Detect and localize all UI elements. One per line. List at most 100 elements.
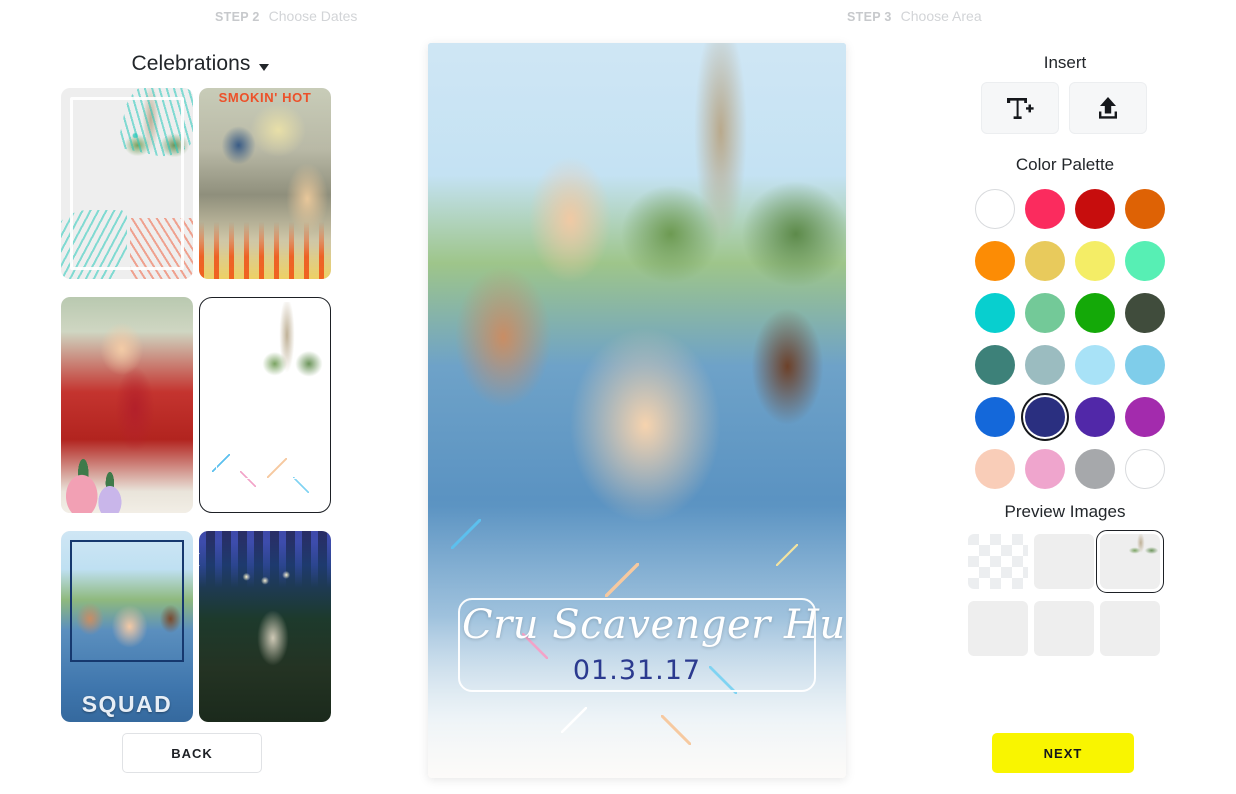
template-category-label: Celebrations [131, 52, 251, 75]
color-swatch-dot [1025, 397, 1065, 437]
color-swatch-dot [1075, 293, 1115, 333]
tools-panel: Insert Color Palette Preview Images NEXT [940, 34, 1236, 794]
canvas-title-text[interactable]: Cru Scavenger Hunt [462, 602, 846, 648]
color-swatch-dot [975, 449, 1015, 489]
preview-images-heading: Preview Images [1004, 502, 1126, 521]
color-swatch-10[interactable] [1070, 288, 1120, 338]
color-swatch-3[interactable] [1120, 184, 1170, 234]
template-thumbnail-bbq-flames-food[interactable]: SMOKIN' HOT [199, 88, 331, 279]
color-swatch-9[interactable] [1020, 288, 1070, 338]
color-swatch-dot [975, 397, 1015, 437]
chevron-down-icon [258, 63, 269, 71]
color-swatch-22[interactable] [1070, 444, 1120, 494]
preview-thumbnail-image [1034, 534, 1094, 589]
color-swatch-dot [975, 293, 1015, 333]
overlay-text-frame [216, 442, 314, 480]
preview-images-grid [965, 530, 1164, 659]
color-swatch-dot [1025, 293, 1065, 333]
color-swatch-15[interactable] [1120, 340, 1170, 390]
overlay-template-text: SMOKIN' HOT [218, 89, 312, 105]
color-swatch-dot [1125, 397, 1165, 437]
step-3-choose-area[interactable]: STEP 3 Choose Area [847, 8, 982, 24]
preview-thumbnail-image [968, 534, 1028, 589]
canvas-date-text[interactable]: 01.31.17 [428, 655, 846, 686]
color-swatch-21[interactable] [1020, 444, 1070, 494]
preview-thumbnail-image [1096, 530, 1164, 593]
design-editor-page: STEP 2 Choose Dates STEP 3 Choose Area C… [0, 0, 1236, 794]
step-3-label: Choose Area [900, 8, 982, 24]
preview-thumbnail-image [968, 601, 1028, 656]
step-3-number: STEP 3 [847, 10, 892, 24]
design-canvas[interactable]: Cru Scavenger Hunt 01.31.17 [428, 43, 846, 778]
step-2-label: Choose Dates [268, 8, 358, 24]
color-swatch-0[interactable] [970, 184, 1020, 234]
preview-thumbnail-image [1034, 601, 1094, 656]
preview-evening-party[interactable] [1031, 531, 1097, 592]
upload-icon [1099, 97, 1117, 119]
color-swatch-6[interactable] [1070, 236, 1120, 286]
thumbnail-image: SQUAD [61, 531, 193, 722]
color-swatch-16[interactable] [970, 392, 1020, 442]
color-swatch-dot [1125, 189, 1165, 229]
color-swatch-8[interactable] [970, 288, 1020, 338]
color-swatch-dot [975, 189, 1015, 229]
color-swatch-19[interactable] [1120, 392, 1170, 442]
color-swatch-12[interactable] [970, 340, 1020, 390]
color-swatch-dot [1025, 241, 1065, 281]
color-swatch-14[interactable] [1070, 340, 1120, 390]
text-add-icon [1007, 98, 1034, 119]
color-swatch-1[interactable] [1020, 184, 1070, 234]
color-swatch-dot [1075, 345, 1115, 385]
preview-transparent[interactable] [965, 531, 1031, 592]
next-button[interactable]: NEXT [992, 733, 1134, 773]
color-swatch-dot [1025, 345, 1065, 385]
color-swatch-23[interactable] [1120, 444, 1170, 494]
step-2-number: STEP 2 [215, 10, 260, 24]
thumbnail-image: SMOKIN' HOT [199, 88, 331, 279]
color-swatch-17[interactable] [1020, 392, 1070, 442]
back-button[interactable]: BACK [122, 733, 262, 773]
color-swatch-2[interactable] [1070, 184, 1120, 234]
color-swatch-11[interactable] [1120, 288, 1170, 338]
color-swatch-dot [1075, 397, 1115, 437]
preview-sunglasses-couple[interactable] [1031, 598, 1097, 659]
color-swatch-dot [1125, 241, 1165, 281]
add-text-button[interactable] [981, 82, 1059, 134]
template-thumbnail-plants-high-five[interactable] [61, 297, 193, 513]
color-swatch-dot [1025, 449, 1065, 489]
color-swatch-dot [1125, 449, 1165, 489]
color-swatch-20[interactable] [970, 444, 1020, 494]
upload-image-button[interactable] [1069, 82, 1147, 134]
overlay-coral-fronds [129, 217, 193, 279]
stepper: STEP 2 Choose Dates STEP 3 Choose Area [0, 0, 1236, 34]
template-thumbnail-confetti-selfie[interactable] [199, 297, 331, 513]
step-2-choose-dates[interactable]: STEP 2 Choose Dates [215, 8, 357, 24]
color-swatch-5[interactable] [1020, 236, 1070, 286]
insert-section-heading: Insert [1043, 53, 1087, 72]
template-category-dropdown[interactable]: Celebrations [0, 52, 400, 76]
color-swatch-dot [975, 345, 1015, 385]
color-swatch-dot [1075, 241, 1115, 281]
preview-group-selfie[interactable] [1096, 530, 1164, 593]
thumbnail-image [199, 531, 331, 722]
color-swatch-13[interactable] [1020, 340, 1070, 390]
insert-buttons [981, 82, 1147, 134]
overlay-potted-plants [63, 452, 138, 513]
color-swatch-18[interactable] [1070, 392, 1120, 442]
color-swatch-dot [1075, 449, 1115, 489]
color-palette-grid [970, 184, 1170, 494]
preview-red-jacket-high-five[interactable] [965, 598, 1031, 659]
color-swatch-dot [1075, 189, 1115, 229]
thumbnail-image [61, 88, 193, 279]
template-thumbnail-grid: SMOKIN' HOT SQUAD [61, 88, 331, 722]
template-thumbnail-string-lights-evening[interactable] [199, 531, 331, 722]
color-swatch-7[interactable] [1120, 236, 1170, 286]
template-thumbnail-squad-frame-selfie[interactable]: SQUAD [61, 531, 193, 722]
color-swatch-4[interactable] [970, 236, 1020, 286]
template-thumbnail-tropical-fronds-selfie[interactable] [61, 88, 193, 279]
color-swatch-dot [975, 241, 1015, 281]
color-swatch-dot [1125, 293, 1165, 333]
overlay-flames [199, 221, 331, 279]
preview-food-table[interactable] [1097, 598, 1163, 659]
color-swatch-dot [1025, 189, 1065, 229]
